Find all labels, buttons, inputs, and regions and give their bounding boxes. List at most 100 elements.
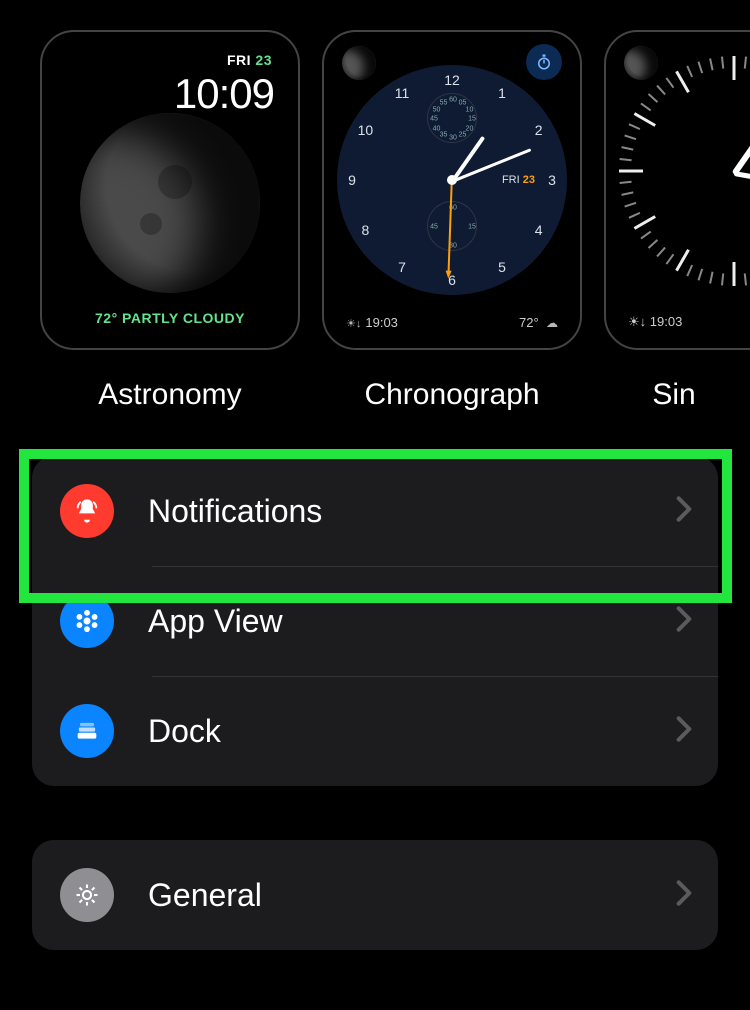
sunset-complication: ☀︎↓19:03 bbox=[346, 315, 398, 330]
tick-mark bbox=[698, 269, 704, 281]
simple-label: Sin bbox=[604, 378, 744, 412]
dock-label: Dock bbox=[148, 713, 676, 750]
tick-mark bbox=[620, 158, 632, 161]
row-app-view[interactable]: App View bbox=[32, 566, 718, 676]
tick-mark bbox=[686, 66, 693, 78]
row-dock[interactable]: Dock bbox=[32, 676, 718, 786]
chronograph-date: FRI 23 bbox=[502, 174, 535, 186]
subdial-marker: 50 bbox=[433, 106, 441, 113]
astronomy-time: 10:09 bbox=[174, 70, 274, 118]
settings-section-2: General bbox=[32, 840, 718, 950]
astronomy-weekday: FRI bbox=[227, 52, 251, 68]
tick-mark bbox=[640, 231, 651, 240]
hour-marker: 5 bbox=[498, 259, 506, 275]
watch-face-simple[interactable]: ☀︎↓ 19:03 Sin bbox=[604, 30, 744, 412]
chronograph-dial: 600510152025303540455055 60153045 FRI 23… bbox=[324, 32, 580, 348]
tick-mark bbox=[666, 254, 675, 265]
tick-mark bbox=[629, 123, 641, 130]
hour-marker: 4 bbox=[535, 222, 543, 238]
settings-section-1: Notifications App View Dock bbox=[32, 456, 718, 786]
chrono-subdial-top: 600510152025303540455055 bbox=[427, 93, 477, 143]
temperature: 72° bbox=[519, 315, 539, 330]
dock-icon bbox=[60, 704, 114, 758]
hour-marker: 8 bbox=[361, 222, 369, 238]
apps-icon bbox=[60, 594, 114, 648]
tick-mark bbox=[648, 93, 658, 103]
dial-center bbox=[447, 175, 457, 185]
chevron-right-icon bbox=[676, 879, 700, 912]
tick-mark bbox=[624, 202, 636, 208]
subdial-marker: 40 bbox=[433, 125, 441, 132]
hour-marker: 2 bbox=[535, 122, 543, 138]
subdial-marker: 10 bbox=[466, 106, 474, 113]
minute-hand bbox=[734, 171, 750, 192]
astronomy-weather: 72° PARTLY CLOUDY bbox=[42, 310, 298, 326]
hour-marker: 3 bbox=[548, 172, 556, 188]
hour-hand bbox=[732, 125, 750, 176]
chrono-subdial-bottom: 60153045 bbox=[427, 201, 477, 251]
subdial-marker: 05 bbox=[459, 99, 467, 106]
tick-mark bbox=[721, 273, 724, 285]
tick-mark bbox=[733, 56, 736, 80]
hour-marker: 9 bbox=[348, 172, 356, 188]
tick-mark bbox=[744, 57, 747, 69]
hour-marker: 1 bbox=[498, 85, 506, 101]
simple-dial bbox=[619, 56, 750, 286]
row-general[interactable]: General bbox=[32, 840, 718, 950]
hour-marker: 11 bbox=[395, 85, 410, 101]
app-view-label: App View bbox=[148, 603, 676, 640]
subdial-marker: 20 bbox=[466, 125, 474, 132]
subdial-marker: 15 bbox=[468, 116, 476, 123]
chrono-day-num: 23 bbox=[523, 174, 535, 186]
moon-icon bbox=[80, 113, 260, 293]
tick-mark bbox=[624, 135, 636, 141]
subdial-marker: 15 bbox=[468, 224, 476, 231]
subdial-marker: 30 bbox=[449, 135, 457, 142]
tick-mark bbox=[656, 247, 666, 257]
tick-mark bbox=[709, 58, 713, 70]
chronograph-tile[interactable]: 600510152025303540455055 60153045 FRI 23… bbox=[322, 30, 582, 350]
tick-mark bbox=[620, 181, 632, 184]
tick-mark bbox=[648, 239, 658, 249]
row-notifications[interactable]: Notifications bbox=[32, 456, 718, 566]
subdial-marker: 45 bbox=[430, 116, 438, 123]
astronomy-label: Astronomy bbox=[40, 378, 300, 412]
tick-mark bbox=[686, 265, 693, 277]
bell-icon bbox=[60, 484, 114, 538]
subdial-marker: 55 bbox=[440, 99, 448, 106]
weather-complication: 72° ☁︎ bbox=[519, 315, 558, 330]
sunset-icon: ☀︎↓ bbox=[628, 314, 650, 329]
simple-tile[interactable]: ☀︎↓ 19:03 bbox=[604, 30, 750, 350]
hour-marker: 6 bbox=[448, 272, 456, 288]
subdial-marker: 35 bbox=[440, 132, 448, 139]
tick-mark bbox=[666, 77, 675, 88]
tick-mark bbox=[621, 146, 633, 150]
watch-face-astronomy[interactable]: FRI 23 10:09 72° PARTLY CLOUDY Astronomy bbox=[40, 30, 300, 412]
tick-mark bbox=[675, 71, 690, 93]
hour-marker: 10 bbox=[358, 122, 374, 138]
chevron-right-icon bbox=[676, 715, 700, 748]
tick-mark bbox=[656, 85, 666, 95]
gear-icon bbox=[60, 868, 114, 922]
astronomy-date: FRI 23 bbox=[227, 52, 272, 68]
watch-face-chronograph[interactable]: 600510152025303540455055 60153045 FRI 23… bbox=[322, 30, 582, 412]
chevron-right-icon bbox=[676, 495, 700, 528]
astronomy-tile[interactable]: FRI 23 10:09 72° PARTLY CLOUDY bbox=[40, 30, 300, 350]
sunset-icon: ☀︎↓ bbox=[346, 318, 361, 330]
general-label: General bbox=[148, 877, 676, 914]
tick-mark bbox=[634, 112, 656, 127]
tick-mark bbox=[709, 272, 713, 284]
astronomy-daynum: 23 bbox=[255, 52, 272, 68]
tick-mark bbox=[744, 273, 747, 285]
chevron-right-icon bbox=[676, 605, 700, 638]
tick-mark bbox=[640, 103, 651, 112]
sunset-time: 19:03 bbox=[650, 314, 683, 329]
tick-mark bbox=[629, 212, 641, 219]
watch-face-gallery: FRI 23 10:09 72° PARTLY CLOUDY Astronomy… bbox=[0, 0, 750, 412]
subdial-marker: 45 bbox=[430, 224, 438, 231]
tick-mark bbox=[721, 57, 724, 69]
notifications-label: Notifications bbox=[148, 493, 676, 530]
tick-mark bbox=[698, 61, 704, 73]
hour-marker: 7 bbox=[398, 259, 406, 275]
sunset-complication: ☀︎↓ 19:03 bbox=[628, 314, 682, 330]
